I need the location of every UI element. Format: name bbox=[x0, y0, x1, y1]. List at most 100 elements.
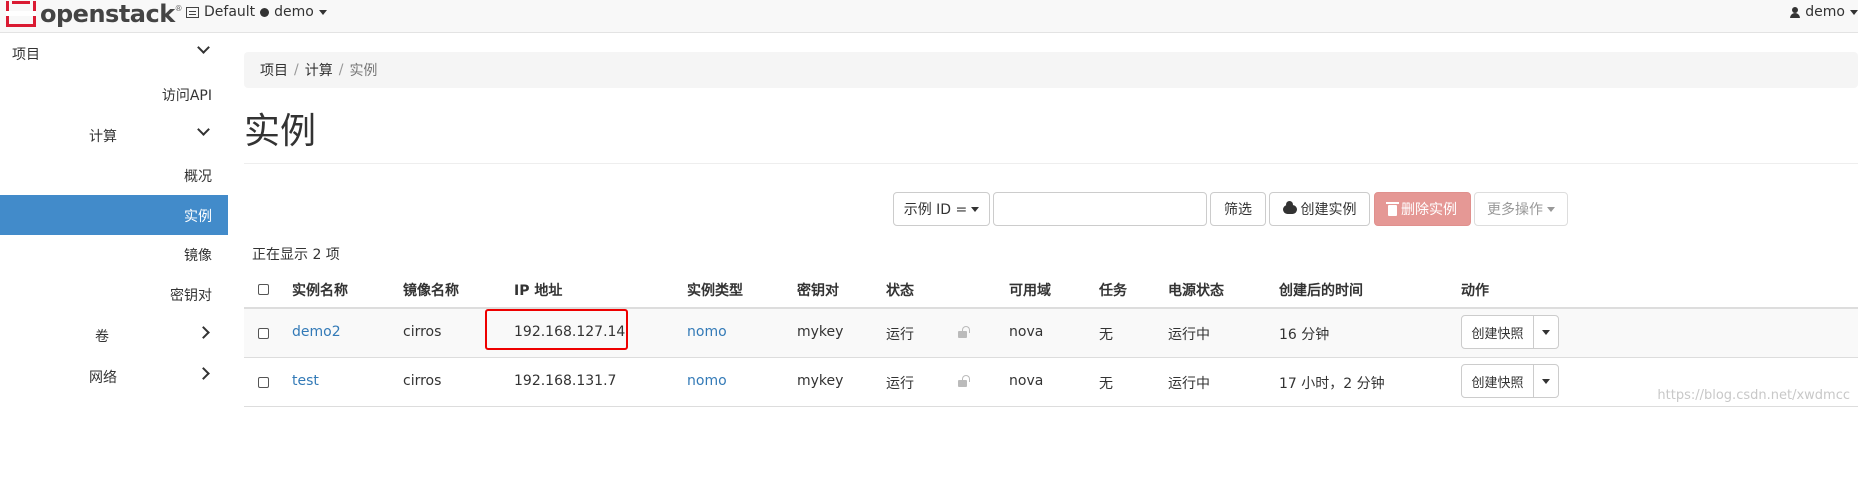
breadcrumb: 项目 / 计算 / 实例 bbox=[244, 52, 1858, 88]
chevron-right-icon bbox=[197, 326, 210, 339]
user-icon bbox=[1790, 6, 1801, 18]
column-header-flavor[interactable]: 实例类型 bbox=[687, 280, 743, 300]
sidebar-item-label: 实例 bbox=[184, 209, 212, 225]
sidebar-item-label: 镜像 bbox=[184, 248, 212, 264]
sidebar-item-network[interactable]: 网络 bbox=[0, 356, 228, 396]
breadcrumb-separator: / bbox=[338, 62, 344, 78]
row-checkbox[interactable] bbox=[258, 328, 269, 339]
power-state: 运行中 bbox=[1168, 376, 1210, 392]
create-instance-label: 创建实例 bbox=[1300, 202, 1357, 218]
availability-zone: nova bbox=[1009, 373, 1044, 389]
sidebar-item-label: 访问API bbox=[161, 88, 212, 104]
breadcrumb-project[interactable]: 项目 bbox=[260, 60, 288, 80]
page-title: 实例 bbox=[244, 111, 317, 152]
sidebar-item-key-pairs[interactable]: 密钥对 bbox=[0, 274, 228, 314]
row-divider bbox=[244, 357, 1858, 358]
logo-text: openstack bbox=[40, 0, 175, 28]
instance-name-link[interactable]: test bbox=[292, 373, 319, 389]
create-instance-button[interactable]: 创建实例 bbox=[1269, 192, 1370, 226]
column-header-task[interactable]: 任务 bbox=[1099, 280, 1127, 300]
chevron-down-icon bbox=[197, 41, 210, 54]
caret-down-icon bbox=[318, 9, 327, 15]
filter-field-select[interactable]: 示例 ID = bbox=[893, 192, 990, 226]
sidebar-item-label: 项目 bbox=[12, 47, 40, 63]
more-actions-label: 更多操作 bbox=[1487, 202, 1543, 218]
user-menu[interactable]: demo bbox=[1790, 4, 1858, 20]
sidebar-item-volumes[interactable]: 卷 bbox=[0, 315, 228, 355]
filter-input[interactable] bbox=[993, 192, 1207, 226]
project-selector[interactable]: Default demo bbox=[186, 4, 327, 20]
column-header-ip[interactable]: IP 地址 bbox=[514, 280, 562, 300]
select-all-checkbox[interactable] bbox=[258, 284, 269, 295]
logo-registered-mark: ® bbox=[174, 4, 183, 13]
column-header-power[interactable]: 电源状态 bbox=[1168, 280, 1224, 300]
sidebar-item-overview[interactable]: 概况 bbox=[0, 155, 228, 195]
user-name: demo bbox=[1805, 4, 1845, 20]
task: 无 bbox=[1099, 327, 1113, 343]
chevron-down-icon bbox=[197, 123, 210, 136]
sidebar-item-images[interactable]: 镜像 bbox=[0, 234, 228, 274]
delete-instances-button[interactable]: 删除实例 bbox=[1374, 192, 1471, 226]
column-header-keypair[interactable]: 密钥对 bbox=[797, 280, 839, 300]
row-checkbox[interactable] bbox=[258, 377, 269, 388]
column-header-age[interactable]: 创建后的时间 bbox=[1279, 280, 1363, 300]
image-name: cirros bbox=[403, 324, 442, 340]
age: 16 分钟 bbox=[1279, 327, 1330, 343]
power-state: 运行中 bbox=[1168, 327, 1210, 343]
availability-zone: nova bbox=[1009, 324, 1044, 340]
lock-icon[interactable] bbox=[958, 375, 970, 387]
column-header-status[interactable]: 状态 bbox=[886, 280, 914, 300]
separator-dot-icon bbox=[260, 7, 270, 17]
caret-down-icon bbox=[1850, 9, 1858, 15]
create-snapshot-label: 创建快照 bbox=[1471, 375, 1524, 391]
caret-down-icon bbox=[1542, 378, 1550, 384]
trash-icon bbox=[1386, 201, 1399, 216]
watermark: https://blog.csdn.net/xwdmcc bbox=[1657, 388, 1850, 403]
caret-down-icon bbox=[1547, 206, 1555, 212]
cloud-upload-icon bbox=[1282, 200, 1297, 214]
row-actions-dropdown[interactable] bbox=[1533, 364, 1559, 398]
filter-button-label: 筛选 bbox=[1224, 202, 1252, 218]
top-navbar: openstack ® Default demo demo bbox=[0, 0, 1858, 33]
ip-address: 192.168.131.7 bbox=[514, 373, 617, 389]
ip-highlight-box bbox=[485, 309, 628, 350]
sidebar-item-label: 密钥对 bbox=[170, 288, 212, 304]
status: 运行 bbox=[886, 376, 914, 392]
flavor-link[interactable]: nomo bbox=[687, 373, 727, 389]
lock-icon[interactable] bbox=[958, 326, 970, 338]
keypair: mykey bbox=[797, 373, 844, 389]
project-icon bbox=[186, 6, 199, 18]
row-actions-dropdown[interactable] bbox=[1533, 315, 1559, 349]
instance-name-link[interactable]: demo2 bbox=[292, 324, 341, 340]
image-name: cirros bbox=[403, 373, 442, 389]
column-header-actions: 动作 bbox=[1461, 283, 1489, 299]
project-name: demo bbox=[274, 4, 314, 20]
column-header-az[interactable]: 可用域 bbox=[1009, 280, 1051, 300]
filter-field-label: 示例 ID = bbox=[903, 202, 968, 218]
project-domain: Default bbox=[204, 4, 256, 20]
create-snapshot-button[interactable]: 创建快照 bbox=[1461, 315, 1534, 349]
create-snapshot-label: 创建快照 bbox=[1471, 326, 1524, 342]
sidebar-item-project[interactable]: 项目 bbox=[0, 33, 228, 73]
sidebar-item-access-api[interactable]: 访问API bbox=[0, 74, 228, 114]
flavor-link[interactable]: nomo bbox=[687, 324, 727, 340]
breadcrumb-compute[interactable]: 计算 bbox=[305, 60, 333, 80]
openstack-logo[interactable]: openstack ® bbox=[6, 0, 183, 28]
title-divider bbox=[244, 163, 1858, 164]
sidebar-item-compute[interactable]: 计算 bbox=[0, 115, 228, 155]
sidebar-item-instances[interactable]: 实例 bbox=[0, 195, 228, 235]
sidebar-item-label: 概况 bbox=[184, 169, 212, 185]
task: 无 bbox=[1099, 376, 1113, 392]
caret-down-icon bbox=[971, 206, 980, 212]
sidebar-item-label: 计算 bbox=[89, 129, 117, 145]
more-actions-button[interactable]: 更多操作 bbox=[1474, 192, 1568, 226]
column-header-name[interactable]: 实例名称 bbox=[292, 280, 348, 300]
row-divider bbox=[244, 406, 1858, 407]
chevron-right-icon bbox=[197, 367, 210, 380]
openstack-logo-icon bbox=[6, 1, 36, 27]
create-snapshot-button[interactable]: 创建快照 bbox=[1461, 364, 1534, 398]
breadcrumb-separator: / bbox=[294, 62, 299, 78]
column-header-image[interactable]: 镜像名称 bbox=[403, 280, 459, 300]
filter-button[interactable]: 筛选 bbox=[1210, 192, 1266, 226]
sidebar-item-label: 网络 bbox=[89, 370, 117, 386]
